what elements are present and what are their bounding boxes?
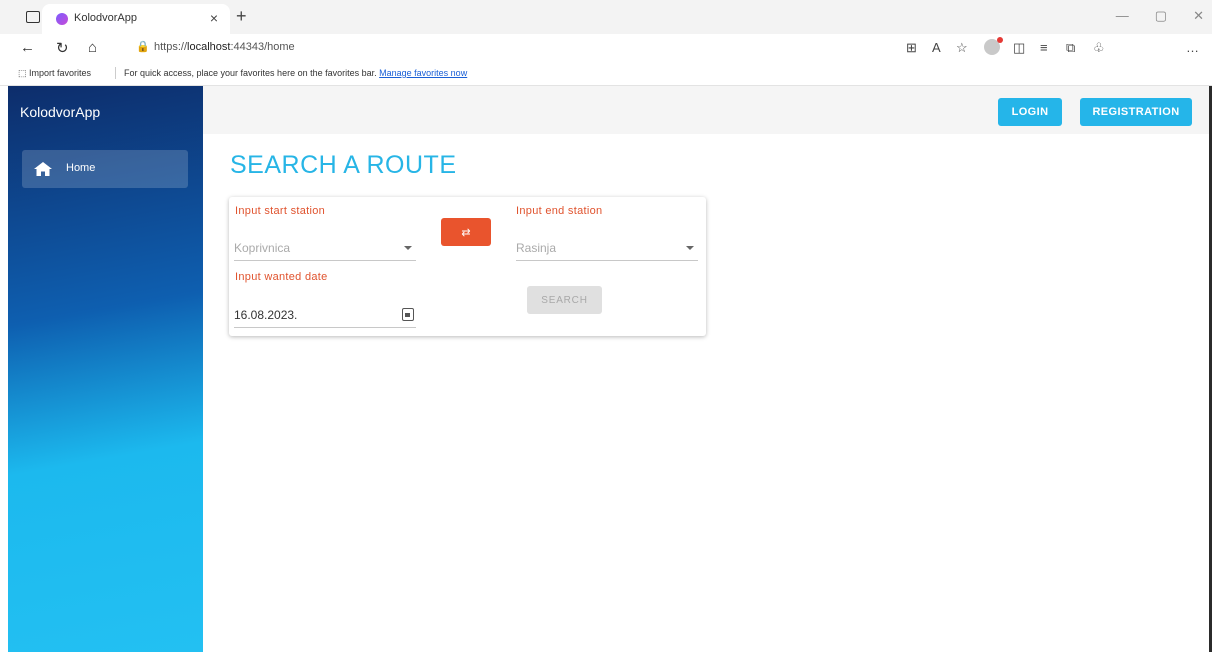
notification-dot [997,37,1003,43]
date-label: Input wanted date [235,271,328,283]
restore-icon[interactable]: ▢ [1155,8,1167,24]
tab-close-icon[interactable]: × [210,10,218,26]
collections-icon[interactable]: ⧉ [1066,40,1075,56]
sidebar-item-label: Home [66,162,96,174]
search-button[interactable]: SEARCH [527,286,602,314]
back-icon[interactable]: ← [20,39,35,56]
close-window-icon[interactable]: ✕ [1193,8,1204,24]
start-station-label: Input start station [235,205,326,217]
url-field[interactable]: 🔒 https://localhost:44343/home [126,38,886,58]
import-favorites-label: Import favorites [29,68,92,78]
end-station-label: Input end station [516,205,603,217]
import-favorites-button[interactable]: ⬚ Import favorites [18,68,91,79]
new-tab-icon[interactable]: + [236,6,247,27]
favorite-star-icon[interactable]: ☆ [956,40,968,56]
date-input[interactable]: 16.08.2023. [234,304,416,328]
import-icon: ⬚ [18,68,30,78]
split-screen-icon[interactable]: ◫ [1013,40,1025,56]
login-button[interactable]: LOGIN [998,98,1062,126]
home-browser-icon[interactable]: ⌂ [88,39,97,56]
date-value: 16.08.2023. [234,308,298,322]
favicon-icon [56,13,68,25]
start-station-select[interactable]: Koprivnica [234,237,416,261]
window-controls: — ▢ ✕ [1116,8,1204,24]
favorites-icon[interactable]: ≡ [1040,40,1048,55]
start-station-value: Koprivnica [234,241,291,255]
extensions-icon[interactable]: ♧ [1093,40,1105,56]
manage-favorites-link[interactable]: Manage favorites now [379,68,467,78]
tab-title: KolodvorApp [74,12,137,24]
page-title: SEARCH A ROUTE [230,151,457,179]
home-icon [34,162,52,176]
browser-tab[interactable]: KolodvorApp × [42,4,230,34]
sidebar-item-home[interactable]: Home [22,150,188,188]
address-bar-row: ← ↻ ⌂ 🔒 https://localhost:44343/home ⊞ A… [0,34,1212,62]
read-aloud-icon[interactable]: A [932,40,941,55]
favbar-hint-text: For quick access, place your favorites h… [124,68,377,78]
url-text: https://localhost:44343/home [154,41,295,53]
end-station-value: Rasinja [516,241,557,255]
chevron-down-icon [686,246,694,250]
chevron-down-icon [404,246,412,250]
swap-stations-button[interactable]: ⇄ [441,218,491,246]
favorites-bar: ⬚ Import favorites For quick access, pla… [0,62,1212,86]
app-available-icon[interactable]: ⊞ [906,40,917,56]
end-station-select[interactable]: Rasinja [516,237,698,261]
refresh-icon[interactable]: ↻ [56,39,69,57]
calendar-icon[interactable] [402,308,414,321]
registration-button[interactable]: REGISTRATION [1080,98,1192,126]
browser-tab-bar: KolodvorApp × + — ▢ ✕ [0,0,1212,34]
minimize-icon[interactable]: — [1116,8,1129,24]
favbar-hint: For quick access, place your favorites h… [124,68,467,78]
swap-icon: ⇄ [461,226,471,239]
divider [115,67,116,79]
lock-icon: 🔒 [136,41,150,53]
more-menu-icon[interactable]: … [1186,40,1199,55]
app-title: KolodvorApp [20,104,101,120]
tab-actions-icon[interactable] [26,11,40,23]
